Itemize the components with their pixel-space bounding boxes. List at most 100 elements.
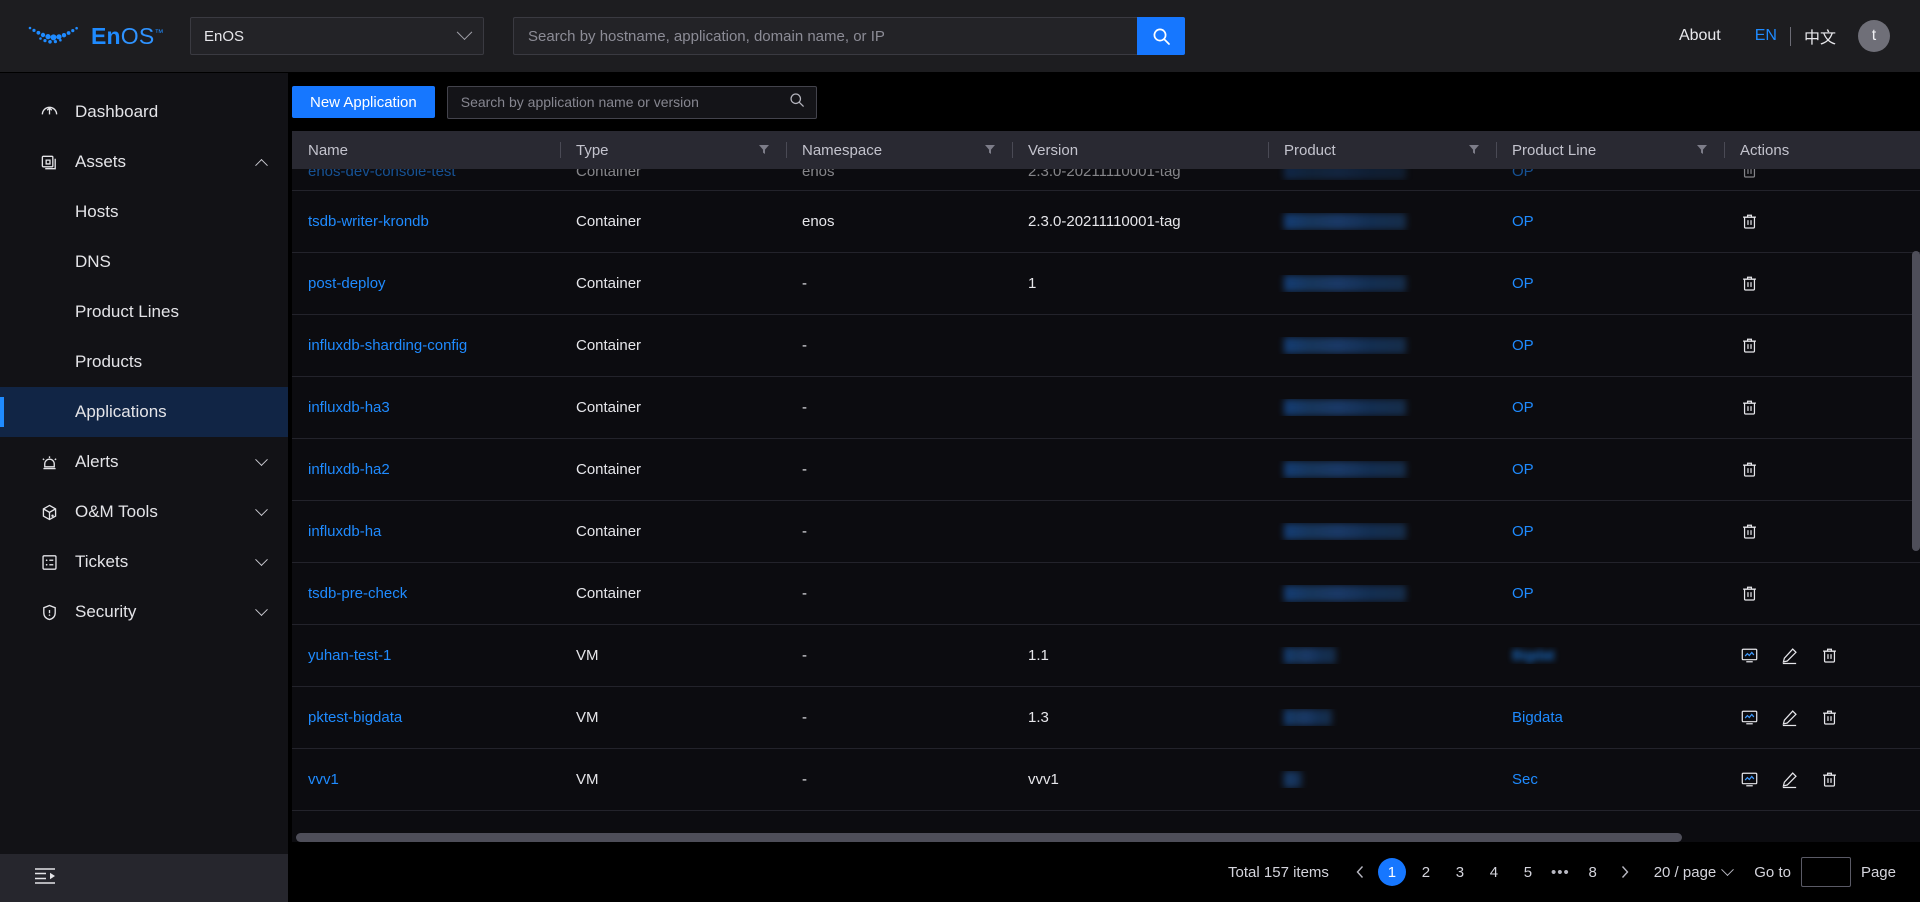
delete-icon[interactable] (1740, 584, 1759, 603)
sidebar-item-om-tools[interactable]: O&M Tools (0, 487, 288, 537)
delete-icon[interactable] (1740, 398, 1759, 417)
sidebar-item-security[interactable]: Security (0, 587, 288, 637)
brand-logo[interactable]: EnOS™ (26, 23, 176, 50)
monitor-icon[interactable] (1740, 708, 1759, 727)
horizontal-scrollbar-thumb[interactable] (296, 833, 1683, 842)
delete-icon[interactable] (1820, 770, 1839, 789)
edit-icon[interactable] (1780, 770, 1799, 789)
product-line-link[interactable]: OP (1512, 213, 1534, 230)
application-name-link[interactable]: yuhan-test-1 (308, 647, 391, 664)
app-scope-select[interactable]: EnOS (190, 17, 484, 55)
column-header-namespace[interactable]: Namespace (786, 131, 1012, 169)
product-line-link[interactable]: Sec (1512, 771, 1538, 788)
application-name-link[interactable]: influxdb-ha2 (308, 461, 390, 478)
application-name-link[interactable]: tsdb-pre-check (308, 585, 407, 602)
product-line-link[interactable]: OP (1512, 585, 1534, 602)
cell-product (1268, 337, 1496, 355)
pagination-ellipsis[interactable]: ••• (1545, 864, 1576, 881)
product-line-link[interactable]: OP (1512, 399, 1534, 416)
product-line-link[interactable]: OP (1512, 169, 1534, 180)
monitor-icon[interactable] (1740, 646, 1759, 665)
product-line-link[interactable]: Bigdat (1512, 647, 1555, 664)
application-name-link[interactable]: tsdb-writer-krondb (308, 213, 429, 230)
application-name-link[interactable]: enos-dev-console-test (308, 169, 456, 180)
pagination-page-1[interactable]: 1 (1377, 858, 1406, 886)
horizontal-scrollbar[interactable] (296, 833, 1908, 842)
application-name-link[interactable]: influxdb-ha3 (308, 399, 390, 416)
delete-icon[interactable] (1820, 646, 1839, 665)
cell-product (1268, 771, 1496, 789)
sidebar-item-hosts[interactable]: Hosts (0, 187, 288, 237)
sidebar-item-products[interactable]: Products (0, 337, 288, 387)
cell-version: 1.1 (1028, 647, 1049, 664)
edit-icon[interactable] (1780, 708, 1799, 727)
about-link[interactable]: About (1679, 27, 1721, 45)
cell-type: Container (576, 523, 642, 540)
vertical-scrollbar-thumb[interactable] (1912, 251, 1920, 551)
sidebar-item-tickets[interactable]: Tickets (0, 537, 288, 587)
product-line-link[interactable]: OP (1512, 337, 1534, 354)
application-name-link[interactable]: post-deploy (308, 275, 386, 292)
sidebar-item-dashboard[interactable]: Dashboard (0, 87, 288, 137)
pagination-page-5[interactable]: 5 (1514, 858, 1542, 886)
global-search-button[interactable] (1137, 17, 1185, 55)
avatar[interactable]: t (1858, 20, 1890, 52)
language-en-button[interactable]: EN (1755, 27, 1777, 45)
sidebar-item-alerts[interactable]: Alerts (0, 437, 288, 487)
pagination-page-last[interactable]: 8 (1579, 858, 1607, 886)
language-zh-button[interactable]: 中文 (1804, 24, 1836, 48)
column-label-actions: Actions (1740, 141, 1790, 159)
pagination-goto-input[interactable] (1800, 857, 1851, 887)
vertical-scrollbar[interactable] (1912, 131, 1920, 842)
column-header-version[interactable]: Version (1012, 131, 1268, 169)
delete-icon[interactable] (1740, 212, 1759, 231)
delete-icon[interactable] (1740, 336, 1759, 355)
product-line-link[interactable]: Bigdata (1512, 709, 1563, 726)
column-header-product[interactable]: Product (1268, 131, 1496, 169)
filter-icon[interactable] (1696, 142, 1708, 159)
delete-icon[interactable] (1740, 522, 1759, 541)
application-name-link[interactable]: influxdb-ha (308, 523, 381, 540)
delete-icon[interactable] (1740, 274, 1759, 293)
pagination-page-3[interactable]: 3 (1446, 858, 1474, 886)
pagination-page-4[interactable]: 4 (1480, 858, 1508, 886)
filter-icon[interactable] (984, 142, 996, 159)
table-row: influxdb-sharding-config Container - OP (292, 315, 1920, 377)
monitor-icon[interactable] (1740, 770, 1759, 789)
filter-icon[interactable] (758, 142, 770, 159)
product-line-link[interactable]: OP (1512, 461, 1534, 478)
cell-product-line: OP (1496, 585, 1724, 602)
application-search-input[interactable] (460, 94, 789, 110)
menu-fold-icon[interactable] (34, 867, 56, 890)
column-header-name[interactable]: Name (292, 131, 560, 169)
product-line-link[interactable]: OP (1512, 523, 1534, 540)
delete-icon[interactable] (1740, 460, 1759, 479)
column-header-product-line[interactable]: Product Line (1496, 131, 1724, 169)
column-header-type[interactable]: Type (560, 131, 786, 169)
redacted-product-value (1284, 523, 1406, 541)
sidebar-item-assets[interactable]: Assets (0, 137, 288, 187)
sidebar-item-applications[interactable]: Applications (0, 387, 288, 437)
delete-icon[interactable] (1740, 169, 1759, 180)
sidebar-item-product-lines[interactable]: Product Lines (0, 287, 288, 337)
search-icon[interactable] (789, 92, 805, 113)
sidebar-item-dns[interactable]: DNS (0, 237, 288, 287)
edit-icon[interactable] (1780, 646, 1799, 665)
pagination-page-2[interactable]: 2 (1412, 858, 1440, 886)
global-search-input[interactable] (513, 17, 1137, 55)
pagination-page-size-select[interactable]: 20 / page (1654, 862, 1735, 881)
delete-icon[interactable] (1820, 708, 1839, 727)
application-name-link[interactable]: vvv1 (308, 771, 339, 788)
pagination-prev-button[interactable] (1345, 857, 1375, 887)
cell-product-line: Sec (1496, 771, 1724, 788)
pagination-next-button[interactable] (1610, 857, 1640, 887)
application-name-link[interactable]: pktest-bigdata (308, 709, 402, 726)
new-application-button[interactable]: New Application (292, 86, 435, 118)
cell-type: Container (576, 399, 642, 416)
product-line-link[interactable]: OP (1512, 275, 1534, 292)
application-name-link[interactable]: influxdb-sharding-config (308, 337, 467, 354)
cell-actions (1724, 169, 1920, 180)
filter-icon[interactable] (1468, 142, 1480, 159)
cell-product-line: OP (1496, 461, 1724, 478)
chevron-left-icon (1356, 866, 1363, 878)
